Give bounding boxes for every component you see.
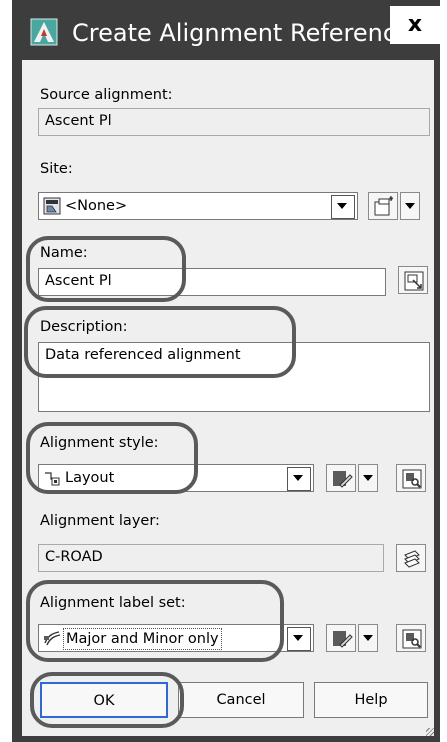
chevron-down-icon[interactable] [287,627,311,651]
dialog-title: Create Alignment Reference [72,19,411,47]
cancel-button[interactable]: Cancel [178,682,304,718]
site-value: <None> [65,198,128,214]
name-label: Name: [40,245,88,261]
site-label: Site: [40,161,73,177]
preview-alignment-style-button[interactable] [396,464,426,492]
resize-grip[interactable] [426,728,434,736]
alignment-label-set-dropdown[interactable]: Major and Minor only [38,624,314,652]
source-alignment-label: Source alignment: [40,87,173,103]
civil3d-app-icon [30,18,58,46]
alignment-layer-field: C-ROAD [38,544,384,572]
alignment-layer-button[interactable] [396,544,426,572]
label-set-options-dropdown[interactable] [358,624,378,652]
chevron-down-icon [363,475,373,481]
style-edit-icon [333,471,353,488]
name-templates-button[interactable] [398,266,428,294]
preview-icon [402,629,422,649]
source-alignment-field: Ascent Pl [38,108,430,136]
ok-button[interactable]: OK [40,682,168,718]
new-site-icon [374,196,394,216]
description-label: Description: [40,319,128,335]
alignment-label-set-value: Major and Minor only [63,628,222,650]
label-set-icon [43,629,61,647]
close-button[interactable]: x [390,6,440,44]
name-template-icon [404,271,424,291]
alignment-layer-label: Alignment layer: [40,513,160,529]
alignment-label-set-label: Alignment label set: [40,595,186,611]
name-field[interactable]: Ascent Pl [38,268,386,296]
alignment-style-value: Layout [65,470,115,486]
layers-icon [404,550,420,568]
chevron-down-icon[interactable] [331,195,355,219]
site-dropdown[interactable]: <None> [38,192,358,220]
edit-alignment-style-button[interactable] [326,464,356,492]
help-button[interactable]: Help [314,682,428,718]
site-icon [43,197,61,215]
description-field[interactable]: Data referenced alignment [38,342,430,412]
preview-label-set-button[interactable] [396,624,426,652]
alignment-style-label: Alignment style: [40,435,159,451]
alignment-style-dropdown[interactable]: Layout [38,464,314,492]
chevron-down-icon[interactable] [287,467,311,491]
alignment-style-options-dropdown[interactable] [358,464,378,492]
site-options-dropdown[interactable] [400,192,420,220]
style-edit-icon [333,631,353,648]
preview-icon [402,469,422,489]
chevron-down-icon [405,203,415,209]
chevron-down-icon [363,635,373,641]
edit-label-set-button[interactable] [326,624,356,652]
alignment-style-icon [43,469,61,487]
create-site-button[interactable] [368,192,398,220]
